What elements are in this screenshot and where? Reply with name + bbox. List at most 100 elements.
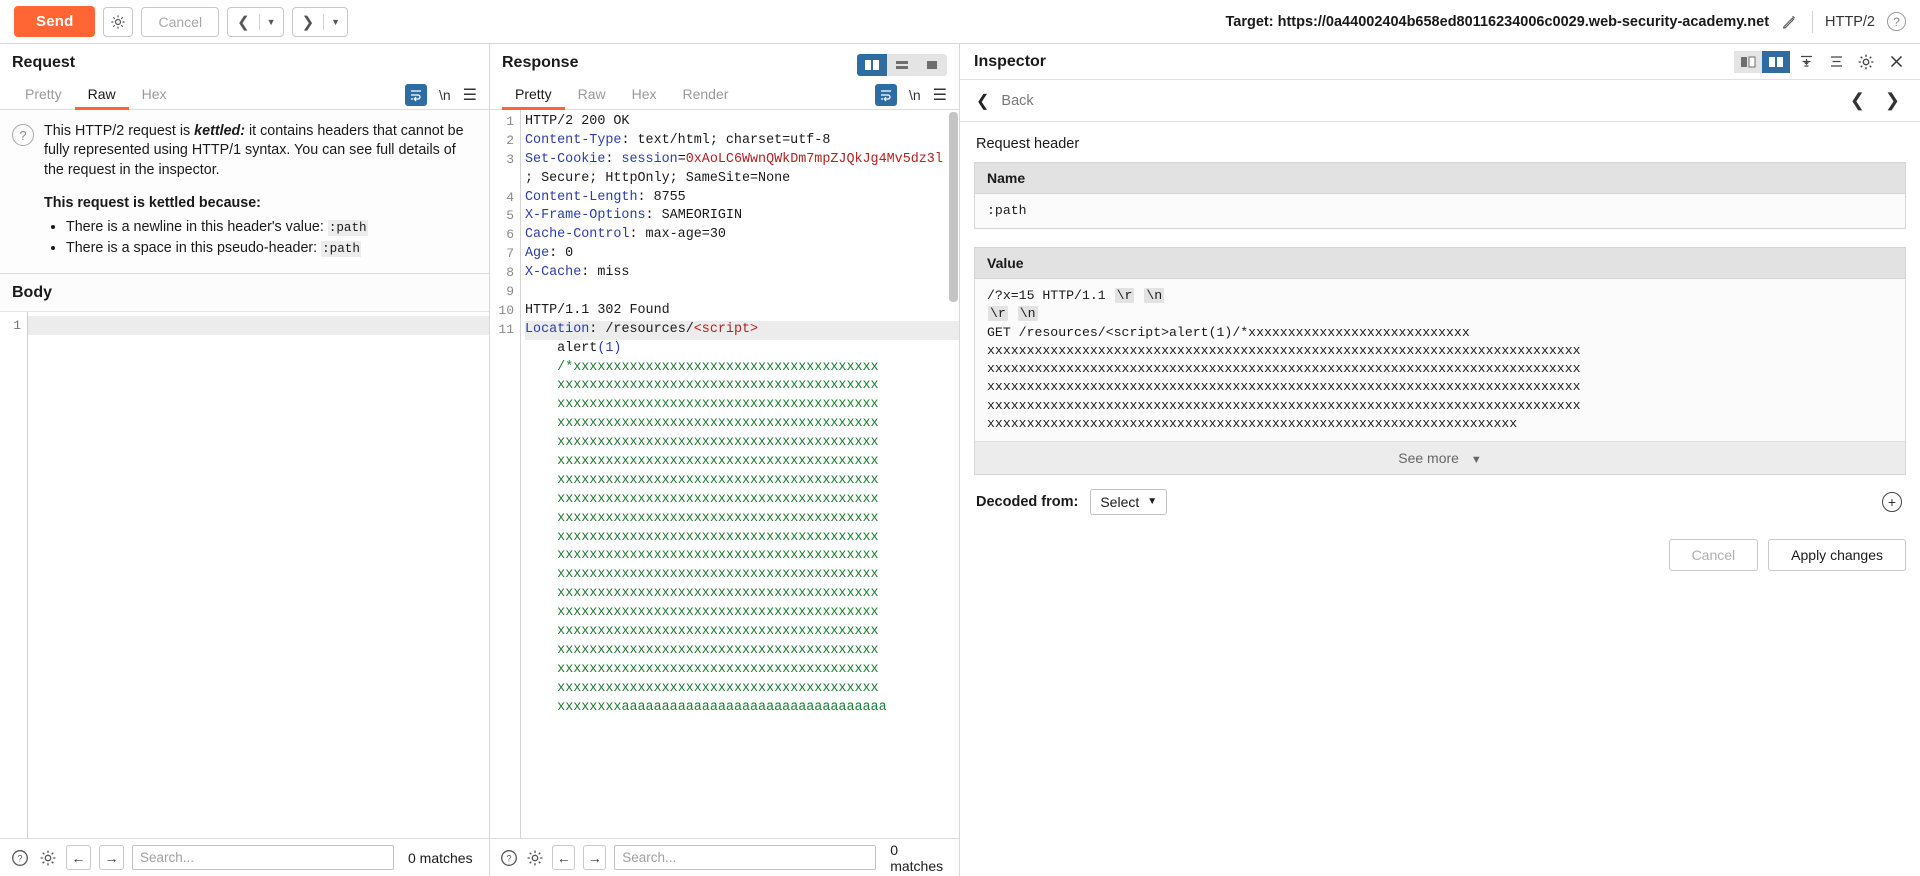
expand-all-icon[interactable] (1822, 50, 1850, 74)
close-icon[interactable] (1882, 50, 1910, 74)
view-mode-inspector-right[interactable] (1762, 50, 1790, 73)
notice-emphasis: kettled: (194, 123, 246, 139)
tab-raw[interactable]: Raw (74, 80, 129, 110)
code-token: Set-Cookie (525, 151, 606, 167)
word-wrap-icon[interactable] (874, 83, 897, 106)
code-line: ; Secure; HttpOnly; SameSite=None (525, 170, 959, 189)
code-line: xxxxxxxxaaaaaaaaaaaaaaaaaaaaaaaaaaaaaaaa… (525, 699, 959, 718)
word-wrap-icon[interactable] (404, 83, 427, 106)
inspector-actions: Cancel Apply changes (974, 515, 1906, 571)
line-number: 9 (506, 284, 514, 300)
tab-hex[interactable]: Hex (129, 80, 180, 110)
tab-hex[interactable]: Hex (619, 80, 670, 110)
search-input[interactable] (132, 845, 394, 870)
view-mode-split-horizontal[interactable] (887, 54, 917, 76)
request-find-bar: ? ← → 0 matches (0, 838, 489, 876)
previous-request-button[interactable]: ❮ ▼ (227, 6, 284, 37)
send-settings-button[interactable] (103, 6, 134, 37)
find-previous-button[interactable]: ← (66, 845, 91, 870)
request-tabs: Pretty Raw Hex \n ☰ (0, 80, 489, 110)
code-line: Set-Cookie: session=0xAoLC6WwnQWkDm7mpZJ… (525, 151, 959, 170)
cancel-button[interactable]: Cancel (1668, 538, 1759, 571)
kettled-reason-heading: This request is kettled because: (44, 194, 261, 211)
response-code-area[interactable]: HTTP/2 200 OK Content-Type: text/html; ch… (520, 110, 959, 838)
next-item-button[interactable]: ❯ (1885, 90, 1900, 111)
pencil-icon[interactable] (1781, 13, 1798, 30)
code-token: (1) (597, 340, 622, 356)
value-card-header: Value (975, 248, 1905, 280)
view-mode-split-vertical[interactable] (857, 54, 887, 76)
decoded-from-select[interactable]: Select ▼ (1090, 488, 1168, 515)
gear-icon[interactable] (1852, 50, 1880, 74)
name-card-value[interactable]: :path (975, 194, 1905, 229)
view-mode-single-pane[interactable] (917, 54, 947, 76)
code-line: xxxxxxxxxxxxxxxxxxxxxxxxxxxxxxxxxxxxxxxx (525, 453, 959, 472)
back-button[interactable]: Back (1001, 93, 1033, 109)
find-previous-button[interactable]: ← (552, 845, 576, 870)
gear-icon[interactable] (526, 848, 544, 868)
chevron-down-icon: ▼ (1470, 453, 1482, 466)
line-number: 10 (498, 302, 514, 318)
code-token: : text/html; charset=utf-8 (621, 132, 831, 148)
request-body-editor[interactable]: 1 (0, 311, 489, 838)
next-request-button[interactable]: ❯ ▼ (291, 6, 349, 37)
name-card-header: Name (975, 163, 1905, 194)
cancel-button[interactable]: Cancel (141, 6, 220, 37)
send-button[interactable]: Send (14, 6, 96, 37)
line-number (490, 415, 514, 434)
hamburger-menu-icon[interactable]: ☰ (933, 85, 947, 105)
caret-down-icon[interactable]: ▼ (324, 8, 347, 36)
response-editor[interactable]: 1 2 3 4 5 6 7 8 9 10 11 HTTP/2 200 OK Content-Type:… (490, 110, 959, 838)
tab-pretty[interactable]: Pretty (502, 80, 565, 110)
code-line: HTTP/1.1 302 Found (525, 302, 959, 321)
tab-pretty[interactable]: Pretty (12, 80, 75, 110)
apply-changes-button[interactable]: Apply changes (1768, 538, 1906, 571)
code-token: Cache-Control (525, 227, 630, 243)
plus-circle-icon[interactable]: + (1882, 491, 1902, 512)
chevron-left-icon[interactable]: ❮ (976, 91, 989, 111)
question-mark-icon[interactable]: ? (500, 848, 518, 868)
line-number: 1 (13, 317, 21, 333)
inspector-title: Inspector (974, 52, 1047, 70)
code-token: xxxxxxxxxxxxxxxxxxxxxxxxxxxxxxxxxxxxxxxx (557, 472, 879, 488)
line-number (490, 340, 514, 359)
reason-text: There is a newline in this header's valu… (66, 219, 328, 236)
code-token: xxxxxxxxxxxxxxxxxxxxxxxxxxxxxxxxxxxxxxxx (557, 642, 879, 658)
gear-icon[interactable] (38, 848, 58, 868)
value-card-value[interactable]: /?x=15 HTTP/1.1 \r \n \r \n GET /resources… (975, 279, 1905, 441)
question-mark-icon[interactable]: ? (1887, 12, 1906, 31)
line-number: 8 (506, 265, 514, 281)
search-input[interactable] (614, 845, 877, 870)
value-text: GET /resources/<script>alert(1)/*xxxxxxx… (987, 324, 1470, 340)
collapse-all-icon[interactable] (1792, 50, 1820, 74)
value-text (1135, 288, 1143, 303)
response-scrollbar[interactable] (949, 112, 958, 302)
view-mode-inspector-left[interactable] (1734, 50, 1762, 73)
code-line: xxxxxxxxxxxxxxxxxxxxxxxxxxxxxxxxxxxxxxxx (525, 604, 959, 623)
value-text: xxxxxxxxxxxxxxxxxxxxxxxxxxxxxxxxxxxxxxxx… (987, 397, 1581, 413)
question-mark-icon[interactable]: ? (10, 848, 30, 868)
previous-item-button[interactable]: ❮ (1850, 90, 1865, 111)
newline-toggle[interactable]: \n (909, 87, 921, 103)
code-token: : (605, 151, 622, 167)
hamburger-menu-icon[interactable]: ☰ (463, 85, 477, 105)
see-more-button[interactable]: See more ▼ (975, 440, 1905, 474)
request-title: Request (12, 54, 76, 71)
caret-down-icon[interactable]: ▼ (260, 8, 283, 36)
line-number (490, 472, 514, 491)
request-code-area[interactable] (28, 312, 489, 838)
code-token: Content-Length (525, 189, 638, 205)
line-number (490, 529, 514, 548)
newline-toggle[interactable]: \n (439, 87, 451, 103)
find-next-button[interactable]: → (99, 845, 124, 870)
find-next-button[interactable]: → (583, 845, 607, 870)
code-token: xxxxxxxxxxxxxxxxxxxxxxxxxxxxxxxxxxxxxxxx (557, 378, 879, 394)
top-toolbar: Send Cancel ❮ ▼ ❯ ▼ Target: https://0a44… (0, 0, 1920, 44)
tab-raw[interactable]: Raw (565, 80, 619, 110)
tab-render[interactable]: Render (670, 80, 742, 110)
